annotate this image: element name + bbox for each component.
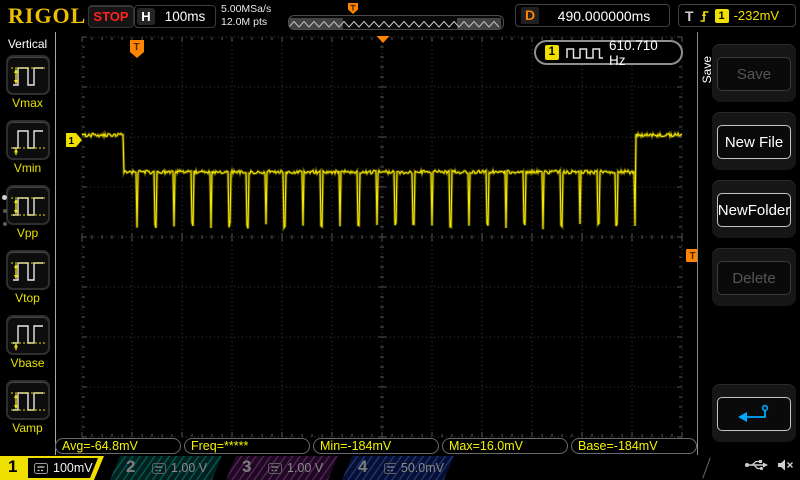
waveform-preview-strip[interactable] [288, 15, 504, 30]
freq-counter-channel-badge: 1 [545, 45, 559, 60]
menu-item-save[interactable]: Save [712, 44, 796, 102]
timebase-value: 100ms [155, 9, 215, 24]
menu-item-empty [712, 316, 796, 374]
channel-scale: 50.0mV [401, 461, 444, 475]
oscilloscope-screen: 1 T T RIGOL STOP H 100ms 5.00MSa/s 12.0M p… [0, 0, 800, 480]
left-menu-label: Vtop [6, 290, 50, 306]
right-menu-save: Save Save New File NewFolder Delete [697, 32, 800, 455]
delay-label: D [521, 7, 539, 24]
vmax-icon [6, 55, 50, 95]
channel-3-block[interactable]: 3 1.00 V [226, 456, 338, 480]
run-state-badge[interactable]: STOP [88, 5, 134, 28]
memory-depth: 12.0M pts [221, 16, 271, 29]
channel-1-block[interactable]: 1 100mV [0, 456, 104, 480]
left-menu-item-vtop[interactable]: Vtop [6, 250, 50, 306]
horizontal-label: H [137, 8, 155, 25]
channel-scale: 1.00 V [171, 461, 207, 475]
trigger-source-badge: 1 [715, 9, 729, 23]
freq-counter-value: 610.710 Hz [609, 38, 672, 68]
delay-badge[interactable]: D 490.000000ms [515, 4, 670, 27]
svg-text:T: T [134, 42, 140, 53]
svg-text:T: T [690, 251, 696, 262]
usb-icon [744, 458, 768, 472]
square-wave-icon [565, 46, 603, 60]
left-menu-label: Vmax [6, 95, 50, 111]
left-menu-vertical: Vertical Vmax Vmin Vpp [0, 32, 56, 455]
left-menu-label: Vamp [6, 420, 50, 436]
measurement-bar: Avg=-64.8mV Freq=***** Min=-184mV Max=16… [55, 438, 697, 454]
menu-item-label: Save [717, 57, 791, 91]
svg-text:1: 1 [69, 136, 75, 147]
page-dot [2, 195, 7, 200]
acquisition-info: 5.00MSa/s 12.0M pts [221, 3, 271, 29]
menu-item-new-folder[interactable]: NewFolder [712, 180, 796, 238]
measurement-max[interactable]: Max=16.0mV [442, 438, 568, 454]
menu-item-delete[interactable]: Delete [712, 248, 796, 306]
measurement-min[interactable]: Min=-184mV [313, 438, 439, 454]
rigol-logo: RIGOL [8, 3, 86, 29]
vbase-icon [6, 315, 50, 355]
left-menu-label: Vmin [6, 160, 50, 176]
vamp-icon [6, 380, 50, 420]
freq-counter-badge: 1 610.710 Hz [534, 40, 683, 65]
menu-item-label: Delete [717, 261, 791, 295]
dc-coupling-icon [384, 463, 396, 474]
menu-item-new-file[interactable]: New File [712, 112, 796, 170]
left-menu-item-vamp[interactable]: Vamp [6, 380, 50, 436]
left-menu-item-vbase[interactable]: Vbase [6, 315, 50, 371]
timebase-badge[interactable]: H 100ms [134, 5, 216, 28]
trigger-level-value: -232mV [734, 8, 780, 23]
channel-scale: 1.00 V [287, 461, 323, 475]
channel-bar: 1 100mV 2 1.00 V 3 [0, 456, 800, 480]
left-menu-item-vmax[interactable]: Vmax [6, 55, 50, 111]
channel-number: 2 [126, 457, 135, 477]
page-dot [3, 209, 7, 213]
measurement-avg[interactable]: Avg=-64.8mV [55, 438, 181, 454]
dc-coupling-icon [152, 463, 166, 474]
left-menu-label: Vbase [6, 355, 50, 371]
channel-scale: 100mV [53, 461, 93, 475]
status-icons [744, 458, 794, 472]
return-arrow-icon [717, 397, 791, 431]
rising-edge-icon [699, 8, 710, 23]
left-menu-item-vmin[interactable]: Vmin [6, 120, 50, 176]
vpp-icon [6, 185, 50, 225]
dc-coupling-icon [268, 463, 282, 474]
trigger-label: T [685, 8, 694, 24]
preview-trigger-marker-icon[interactable] [347, 2, 359, 15]
channel-2-block[interactable]: 2 1.00 V [110, 456, 222, 480]
vmin-icon [6, 120, 50, 160]
page-dot [3, 222, 7, 226]
left-menu-item-vpp[interactable]: Vpp [6, 185, 50, 241]
measurement-base[interactable]: Base=-184mV [571, 438, 697, 454]
channel-4-block[interactable]: 4 50.0mV [342, 456, 454, 480]
measurement-freq[interactable]: Freq=***** [184, 438, 310, 454]
delay-value: 490.000000ms [547, 8, 669, 24]
menu-item-back[interactable] [712, 384, 796, 442]
menu-page-dots [2, 195, 7, 226]
preview-waveform [289, 18, 501, 29]
waveform-display: 1 T T [0, 0, 800, 480]
channel-number: 4 [358, 457, 367, 477]
channel-number: 1 [8, 457, 17, 477]
trigger-badge[interactable]: T 1 -232mV [678, 4, 796, 27]
left-menu-title: Vertical [0, 37, 55, 51]
vtop-icon [6, 250, 50, 290]
sample-rate: 5.00MSa/s [221, 3, 271, 16]
channel-number: 3 [242, 457, 251, 477]
dc-coupling-icon [34, 463, 48, 474]
menu-item-label: NewFolder [717, 193, 791, 227]
left-menu-label: Vpp [6, 225, 50, 241]
menu-item-label: New File [717, 125, 791, 159]
speaker-muted-icon [777, 458, 794, 472]
